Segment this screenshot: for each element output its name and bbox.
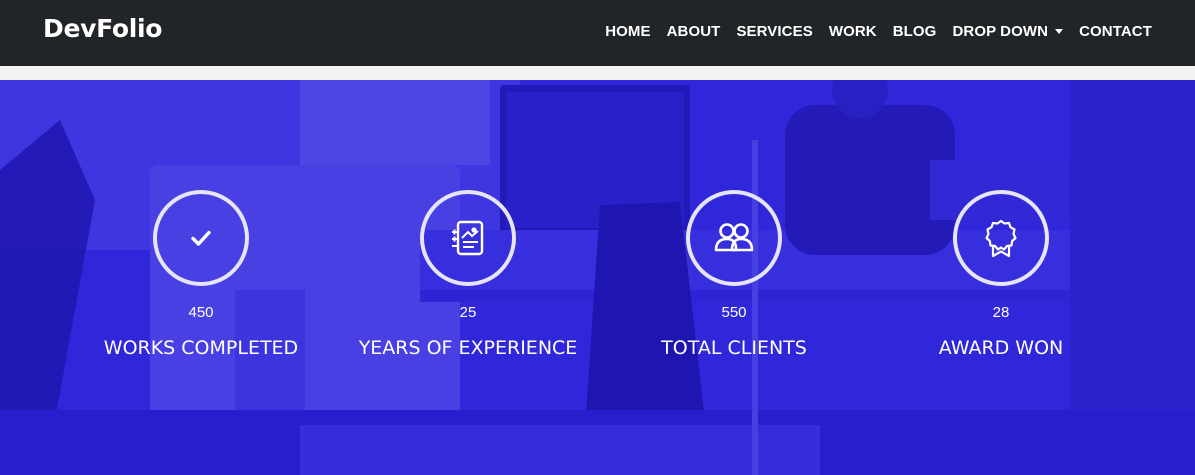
nav-home[interactable]: HOME bbox=[605, 23, 650, 40]
nav-dropdown[interactable]: DROP DOWN bbox=[952, 23, 1064, 40]
counter-icon-circle bbox=[153, 190, 249, 286]
nav-about[interactable]: ABOUT bbox=[667, 23, 721, 40]
counter-label: YEARS OF EXPERIENCE bbox=[358, 337, 578, 359]
nav-blog-label: BLOG bbox=[892, 23, 937, 40]
nav-menu: HOME ABOUT SERVICES WORK BLOG DROP DOWN … bbox=[589, 23, 1152, 40]
caret-down-icon bbox=[1055, 29, 1064, 34]
top-navbar: DevFolio HOME ABOUT SERVICES WORK BLOG D… bbox=[0, 0, 1195, 66]
counter-icon-circle bbox=[420, 190, 516, 286]
nav-about-label: ABOUT bbox=[666, 23, 721, 40]
counter-value: 550 bbox=[721, 304, 747, 321]
nav-home-label: HOME bbox=[605, 23, 651, 40]
award-ribbon-icon bbox=[985, 219, 1017, 258]
brand-logo[interactable]: DevFolio bbox=[43, 14, 162, 43]
counter-label: TOTAL CLIENTS bbox=[661, 337, 807, 359]
nav-work-label: WORK bbox=[828, 23, 877, 40]
counter-years-experience: 25 YEARS OF EXPERIENCE bbox=[338, 190, 598, 359]
nav-contact[interactable]: CONTACT bbox=[1079, 23, 1152, 40]
counter-icon-circle bbox=[686, 190, 782, 286]
counter-icon-circle bbox=[953, 190, 1049, 286]
counter-label: AWARD WON bbox=[938, 337, 1064, 359]
counter-section: 450 WORKS COMPLETED 25 YEARS OF EXPERIEN… bbox=[0, 80, 1195, 475]
counter-works-completed: 450 WORKS COMPLETED bbox=[71, 190, 331, 359]
nav-blog[interactable]: BLOG bbox=[893, 23, 937, 40]
nav-contact-label: CONTACT bbox=[1079, 23, 1152, 40]
header-gap bbox=[0, 66, 1195, 80]
counter-total-clients: 550 TOTAL CLIENTS bbox=[604, 190, 864, 359]
counter-value: 450 bbox=[188, 304, 214, 321]
counter-award-won: 28 AWARD WON bbox=[871, 190, 1131, 359]
report-icon bbox=[452, 220, 484, 256]
checkmark-icon bbox=[191, 230, 211, 246]
counter-label: WORKS COMPLETED bbox=[103, 337, 299, 359]
nav-services-label: SERVICES bbox=[736, 23, 813, 40]
counter-value: 28 bbox=[992, 304, 1010, 321]
nav-services[interactable]: SERVICES bbox=[736, 23, 812, 40]
nav-dropdown-label: DROP DOWN bbox=[952, 23, 1049, 40]
nav-work[interactable]: WORK bbox=[829, 23, 877, 40]
people-icon bbox=[714, 223, 754, 252]
counter-value: 25 bbox=[459, 304, 477, 321]
